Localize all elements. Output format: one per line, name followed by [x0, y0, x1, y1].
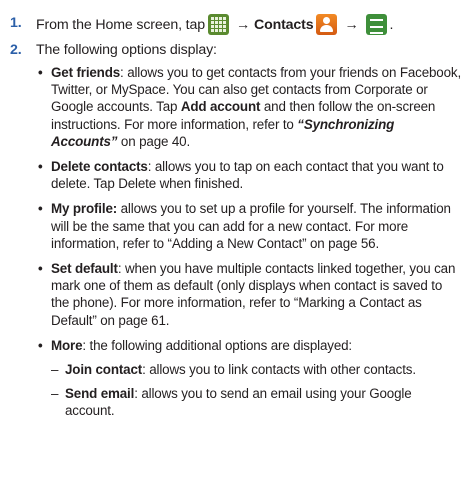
option-title: Delete contacts: [51, 159, 148, 175]
sub-option-title: Send email: [65, 386, 135, 402]
options-list: Get friends: allows you to get contacts …: [36, 64, 463, 420]
step-1-instruction: From the Home screen, tap → Contacts → .: [36, 14, 463, 35]
option-more: More: the following additional options a…: [36, 337, 463, 420]
option-page-ref: on page 40.: [117, 133, 191, 149]
sub-option-title: Join contact: [65, 362, 143, 378]
contacts-app-icon: [316, 14, 338, 35]
option-set-default: Set default: when you have multiple cont…: [36, 260, 463, 329]
option-description: : the following additional options are d…: [82, 337, 352, 353]
arrow-icon: →: [344, 16, 359, 33]
step-number: 1.: [10, 15, 22, 31]
option-my-profile: My profile: allows you to set up a profi…: [36, 200, 463, 252]
sub-option-join-contact: Join contact: allows you to link contact…: [51, 361, 463, 378]
step-1-period: .: [389, 16, 394, 33]
option-get-friends: Get friends: allows you to get contacts …: [36, 64, 463, 150]
more-options-list: Join contact: allows you to link contact…: [51, 361, 463, 420]
manual-page: 1. From the Home screen, tap → Contacts …: [0, 0, 473, 494]
option-title: Get friends: [51, 65, 121, 80]
step-2-text: The following options display:: [36, 42, 217, 58]
add-account-label: Add account: [180, 99, 261, 115]
step-number: 2.: [10, 42, 22, 58]
option-title: My profile:: [51, 201, 118, 217]
step-2-body: The following options display: Get frien…: [36, 41, 463, 428]
apps-grid-icon: [207, 14, 229, 35]
arrow-icon: →: [235, 16, 250, 33]
option-delete-contacts: Delete contacts: allows you to tap on ea…: [36, 158, 463, 192]
option-title: Set default: [51, 261, 118, 277]
contacts-label: Contacts: [253, 16, 314, 33]
step-2: 2. The following options display: Get fr…: [4, 41, 463, 428]
step-1: 1. From the Home screen, tap → Contacts …: [4, 14, 463, 35]
sub-option-send-email: Send email: allows you to send an email …: [51, 385, 463, 419]
menu-key-icon: [365, 14, 387, 35]
sub-option-description: : allows you to link contacts with other…: [142, 362, 416, 378]
option-title: More: [51, 337, 83, 353]
step-1-prefix: From the Home screen, tap: [36, 16, 205, 33]
